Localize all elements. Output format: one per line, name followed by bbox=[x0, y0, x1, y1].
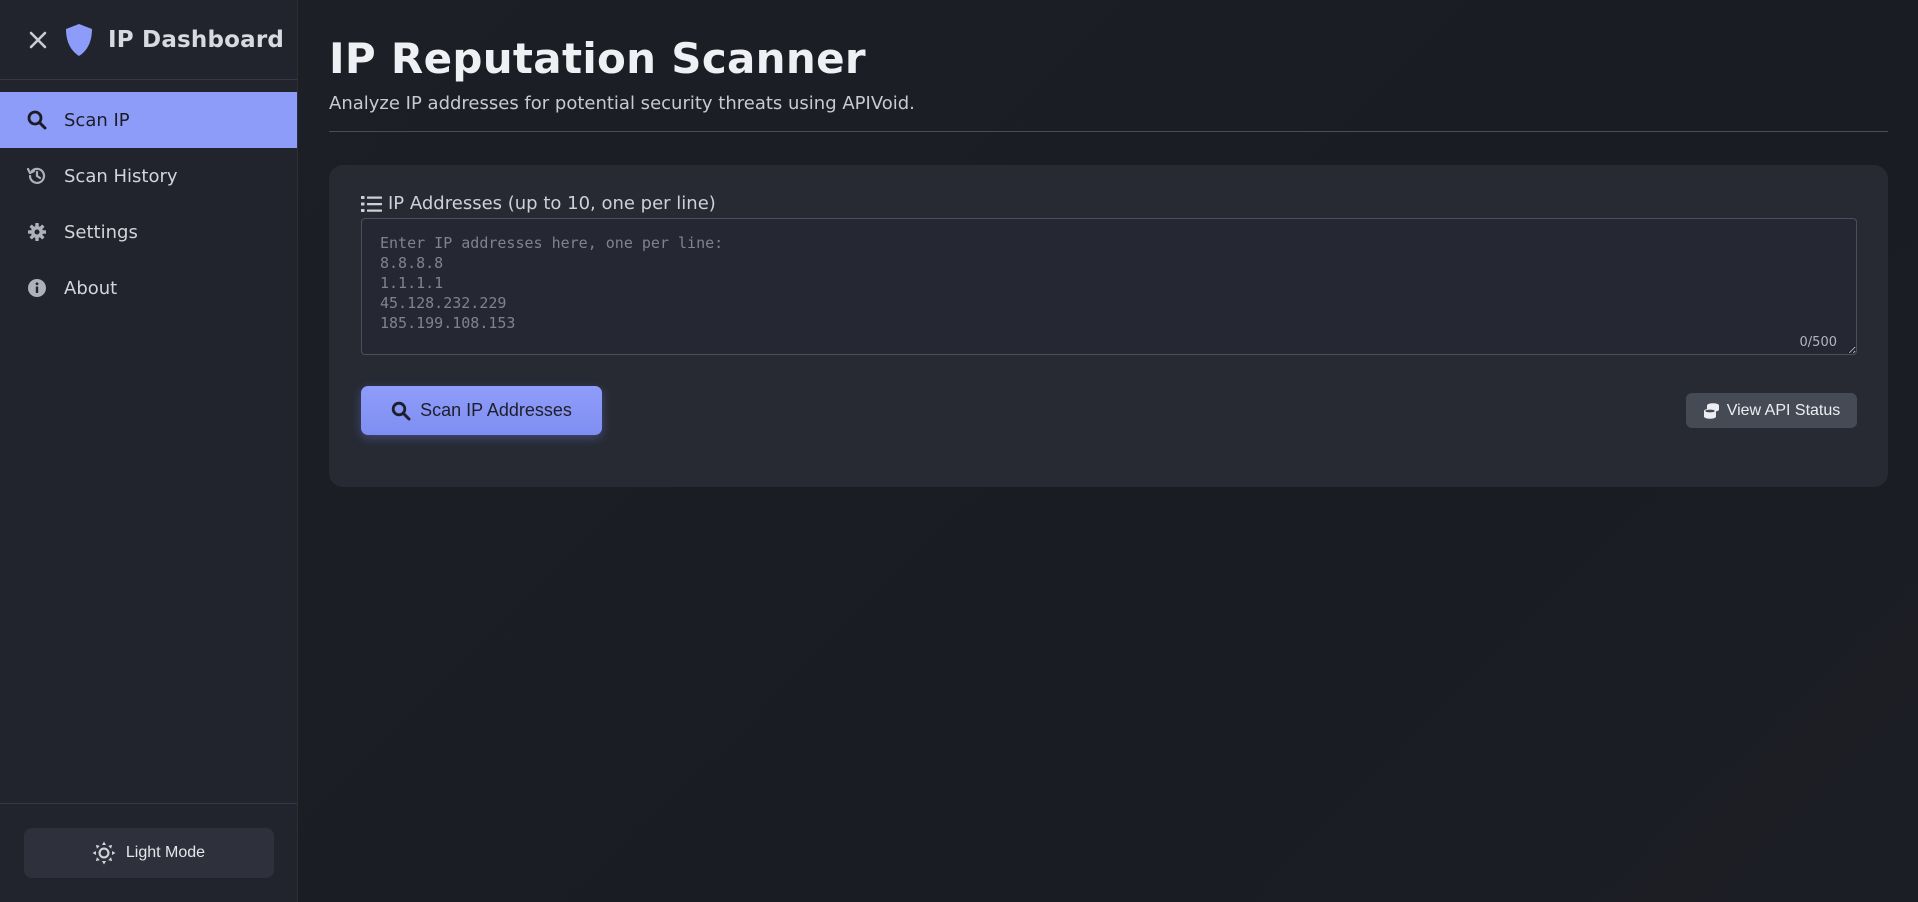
brand-title: IP Dashboard bbox=[108, 26, 285, 53]
char-counter: 0/500 bbox=[1799, 335, 1837, 350]
sidebar-item-scan-ip[interactable]: Scan IP bbox=[0, 92, 297, 148]
light-mode-button[interactable]: Light Mode bbox=[23, 828, 274, 878]
divider bbox=[329, 131, 1888, 132]
scan-ip-addresses-button[interactable]: Scan IP Addresses bbox=[361, 386, 602, 435]
page-subtitle: Analyze IP addresses for potential secur… bbox=[329, 93, 915, 114]
search-icon bbox=[26, 109, 48, 131]
ip-input-wrapper: 0/500 bbox=[361, 218, 1857, 359]
history-icon bbox=[26, 165, 48, 187]
ip-addresses-input[interactable] bbox=[361, 218, 1857, 355]
form-actions: Scan IP Addresses View API Status bbox=[361, 386, 1857, 435]
page-title: IP Reputation Scanner bbox=[329, 34, 866, 83]
sidebar-footer: Light Mode bbox=[0, 803, 297, 902]
api-button-label: View API Status bbox=[1726, 401, 1841, 419]
view-api-status-button[interactable]: View API Status bbox=[1686, 393, 1857, 428]
sidebar-item-label: Settings bbox=[64, 221, 138, 243]
ip-field-label-text: IP Addresses (up to 10, one per line) bbox=[388, 193, 716, 214]
ip-field-label: IP Addresses (up to 10, one per line) bbox=[361, 193, 1857, 214]
sidebar-item-settings[interactable]: Settings bbox=[0, 204, 297, 260]
list-icon bbox=[361, 194, 383, 214]
light-mode-label: Light Mode bbox=[125, 844, 206, 861]
search-icon bbox=[391, 401, 411, 421]
scan-card: IP Addresses (up to 10, one per line) 0/… bbox=[329, 165, 1888, 487]
close-icon[interactable] bbox=[26, 28, 50, 52]
main-content: IP Reputation Scanner Analyze IP address… bbox=[298, 0, 1918, 902]
sun-icon bbox=[92, 841, 116, 865]
info-icon bbox=[26, 277, 48, 299]
scan-button-label: Scan IP Addresses bbox=[420, 400, 572, 420]
sidebar-item-label: About bbox=[64, 277, 118, 299]
gear-icon bbox=[26, 221, 48, 243]
app: IP Dashboard Scan IP Scan History Settin… bbox=[0, 0, 1918, 902]
sidebar-nav: Scan IP Scan History Settings About bbox=[0, 92, 297, 316]
sidebar-item-scan-history[interactable]: Scan History bbox=[0, 148, 297, 204]
sidebar-item-label: Scan History bbox=[64, 165, 178, 187]
sidebar-item-label: Scan IP bbox=[64, 109, 130, 131]
coins-icon bbox=[1703, 402, 1721, 420]
sidebar-item-about[interactable]: About bbox=[0, 260, 297, 316]
sidebar-header: IP Dashboard bbox=[0, 0, 297, 80]
shield-icon bbox=[64, 23, 96, 57]
sidebar: IP Dashboard Scan IP Scan History Settin… bbox=[0, 0, 298, 902]
